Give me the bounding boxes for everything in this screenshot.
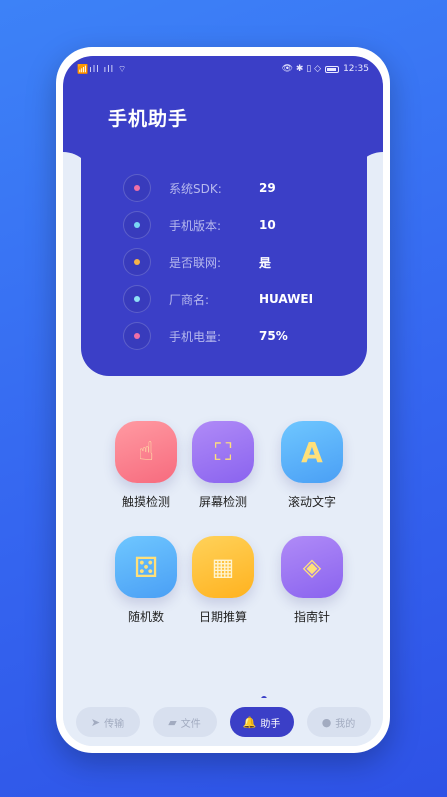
info-row-battery: 手机电量: 75% bbox=[123, 322, 363, 350]
info-label: 是否联网: bbox=[169, 255, 222, 270]
send-icon: ➤ bbox=[90, 715, 101, 729]
info-dot-icon bbox=[123, 285, 151, 313]
nav-label: 文件 bbox=[180, 718, 201, 730]
info-value: 是 bbox=[259, 255, 272, 270]
info-label: 厂商名: bbox=[169, 292, 210, 307]
status-bar: 📶ıll ıll ⌔ 👁 ✱ ▯ ◇ 12:35 bbox=[77, 62, 369, 76]
letter-a-icon[interactable]: A bbox=[281, 421, 343, 483]
info-row-manufacturer: 厂商名: HUAWEI bbox=[123, 285, 363, 313]
tool-screen-test[interactable]: ⛶ 屏幕检测 bbox=[183, 421, 263, 510]
tool-date-calc[interactable]: ▦ 日期推算 bbox=[183, 536, 263, 625]
compass-icon[interactable]: ◈ bbox=[281, 536, 343, 598]
nav-profile[interactable]: ● 我的 bbox=[306, 707, 371, 737]
info-dot-icon bbox=[123, 322, 151, 350]
info-label: 系统SDK: bbox=[169, 181, 222, 196]
nav-files[interactable]: ▰ 文件 bbox=[152, 707, 217, 737]
screen-frame-icon[interactable]: ⛶ bbox=[192, 421, 254, 483]
tool-compass[interactable]: ◈ 指南针 bbox=[272, 536, 352, 625]
tool-random-number[interactable]: ⚄ 随机数 bbox=[106, 536, 186, 625]
user-icon: ● bbox=[321, 715, 332, 729]
info-value: HUAWEI bbox=[259, 292, 314, 306]
tool-label: 日期推算 bbox=[198, 610, 247, 624]
bell-icon: 🔔 bbox=[242, 715, 257, 729]
tool-label: 滚动文字 bbox=[287, 495, 336, 509]
info-label: 手机版本: bbox=[169, 218, 222, 233]
tool-label: 屏幕检测 bbox=[198, 495, 247, 509]
nav-transfer[interactable]: ➤ 传输 bbox=[75, 707, 140, 737]
hand-tap-icon[interactable]: ☝ bbox=[115, 421, 177, 483]
status-right: 👁 ✱ ▯ ◇ 12:35 bbox=[282, 64, 369, 74]
nav-label: 传输 bbox=[104, 718, 125, 730]
info-value: 29 bbox=[259, 181, 276, 195]
nav-label: 助手 bbox=[260, 718, 281, 730]
phone-frame: 📶ıll ıll ⌔ 👁 ✱ ▯ ◇ 12:35 手机助手 系统SDK: 29 … bbox=[56, 47, 390, 753]
info-row-version: 手机版本: 10 bbox=[123, 211, 363, 239]
calendar-icon[interactable]: ▦ bbox=[192, 536, 254, 598]
signal-indicators: 📶ıll ıll ⌔ bbox=[77, 64, 128, 75]
battery-icon bbox=[325, 65, 340, 73]
info-value: 75% bbox=[259, 329, 288, 343]
app-screen: 📶ıll ıll ⌔ 👁 ✱ ▯ ◇ 12:35 手机助手 系统SDK: 29 … bbox=[63, 56, 383, 746]
nav-assistant[interactable]: 🔔 助手 bbox=[229, 707, 294, 737]
info-row-network: 是否联网: 是 bbox=[123, 248, 363, 276]
info-value: 10 bbox=[259, 218, 276, 232]
info-row-sdk: 系统SDK: 29 bbox=[123, 174, 363, 202]
info-dot-icon bbox=[123, 248, 151, 276]
status-time: 12:35 bbox=[343, 64, 369, 74]
tool-label: 随机数 bbox=[127, 610, 164, 624]
dice-icon[interactable]: ⚄ bbox=[115, 536, 177, 598]
nav-label: 我的 bbox=[335, 718, 356, 730]
page-title: 手机助手 bbox=[108, 108, 189, 130]
info-dot-icon bbox=[123, 174, 151, 202]
folder-icon: ▰ bbox=[168, 715, 177, 729]
bottom-nav: ➤ 传输 ▰ 文件 🔔 助手 ● 我的 bbox=[63, 698, 383, 746]
tool-label: 触摸检测 bbox=[121, 495, 170, 509]
tool-label: 指南针 bbox=[293, 610, 330, 624]
tool-touch-test[interactable]: ☝ 触摸检测 bbox=[106, 421, 186, 510]
tool-scroll-text[interactable]: A 滚动文字 bbox=[272, 421, 352, 510]
info-dot-icon bbox=[123, 211, 151, 239]
info-label: 手机电量: bbox=[169, 329, 222, 344]
status-icons: 👁 ✱ ▯ ◇ bbox=[281, 64, 322, 74]
